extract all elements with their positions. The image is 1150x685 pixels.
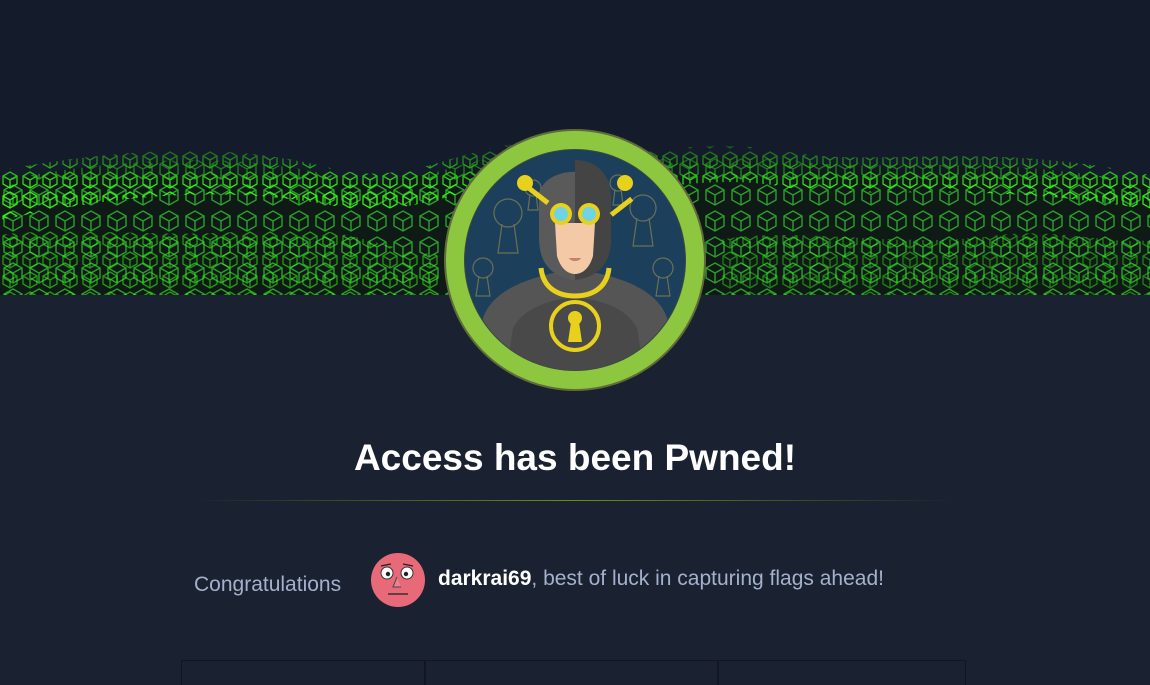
stat-box [425,660,718,685]
congratulations-row: Congratulations darkrai69, best of luck … [0,553,1150,609]
title-divider [192,500,958,501]
congratulations-message: darkrai69, best of luck in capturing fla… [438,565,884,593]
congratulations-label: Congratulations [194,573,342,596]
username-link[interactable]: darkrai69 [438,567,531,590]
pwned-page: Access has been Pwned! Congratulations d… [0,0,1150,685]
stat-box [718,660,966,685]
masked-figure-keys-icon [444,129,706,391]
pink-face-avatar-icon[interactable] [371,553,425,607]
message-suffix: , best of luck in capturing flags ahead! [531,567,884,590]
stat-box [181,660,425,685]
page-title: Access has been Pwned! [353,437,797,478]
stats-row [181,660,966,685]
